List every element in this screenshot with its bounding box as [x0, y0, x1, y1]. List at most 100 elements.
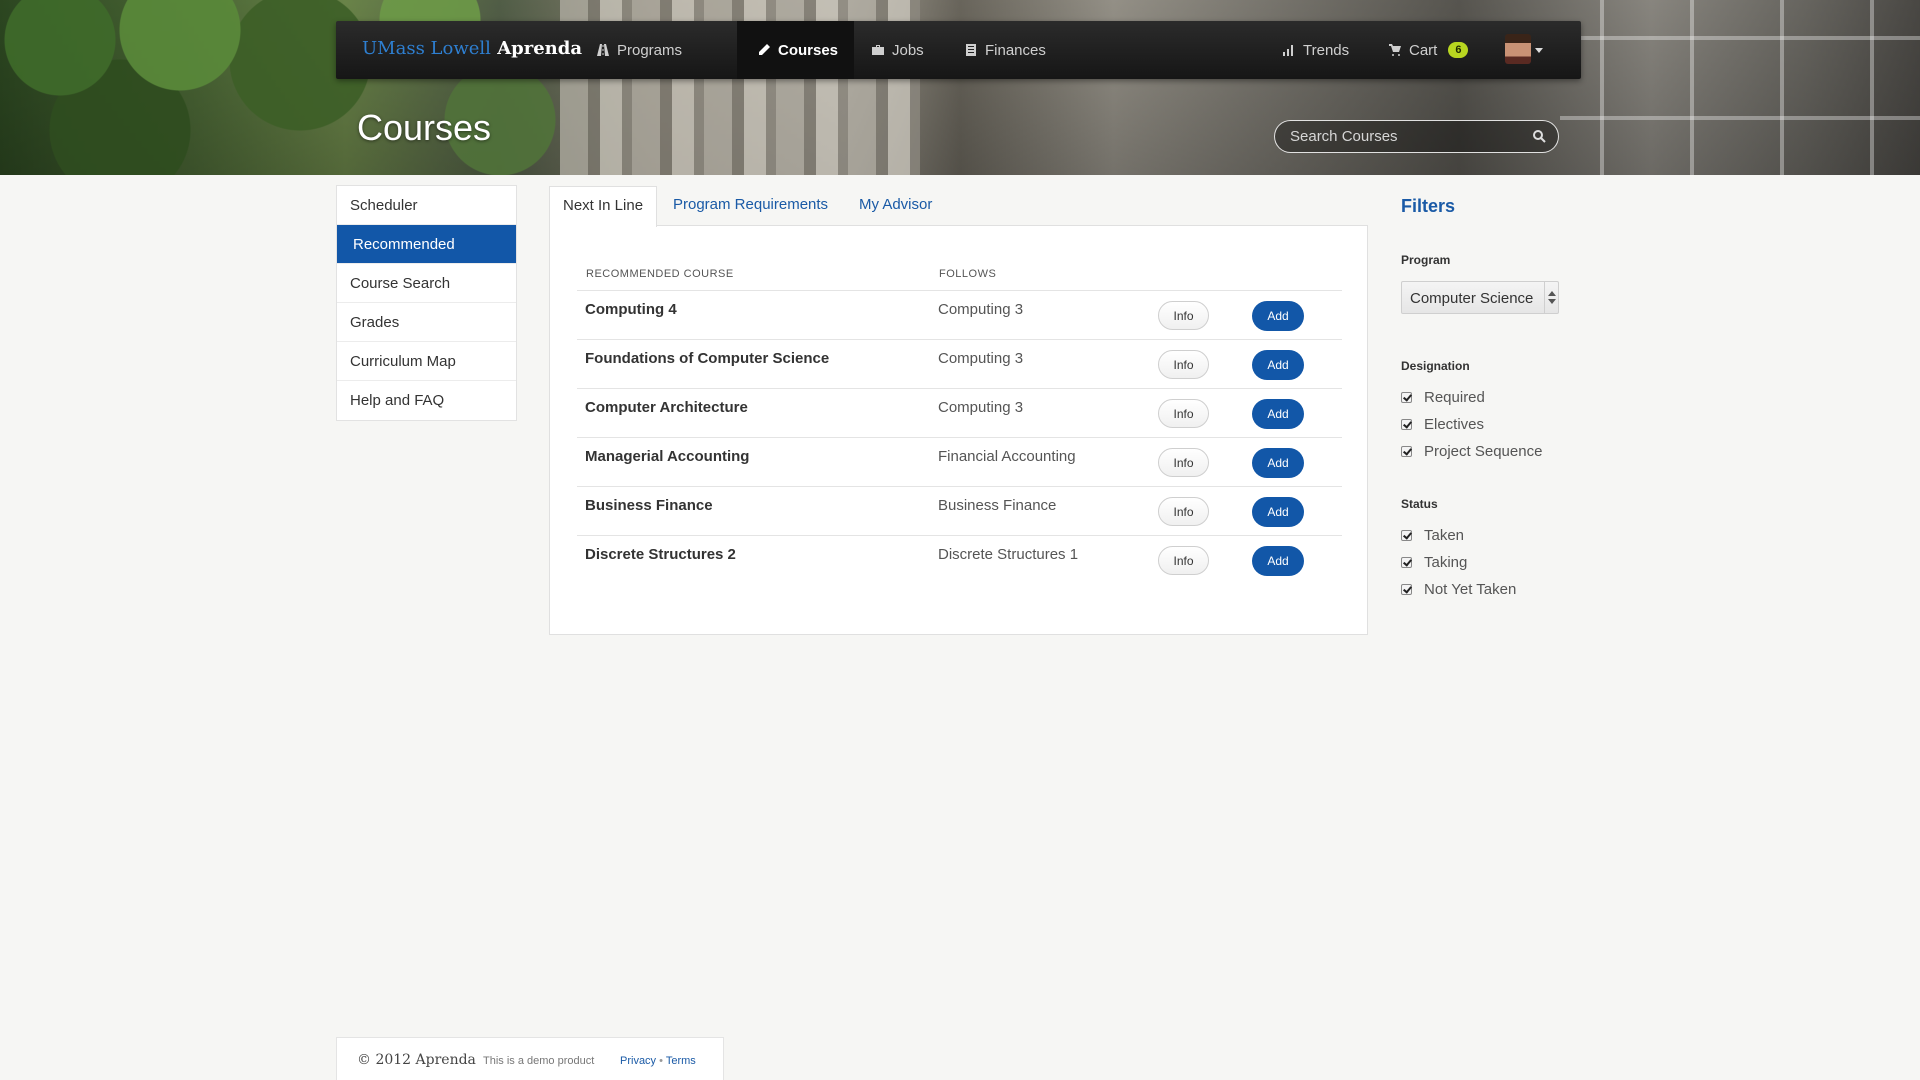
course-name: Discrete Structures 2 — [585, 546, 736, 563]
sidebar-item-curriculum-map[interactable]: Curriculum Map — [337, 342, 516, 381]
brand-logo[interactable]: UMass Lowell Aprenda — [362, 38, 582, 59]
checkbox-taken[interactable]: Taken — [1401, 527, 1464, 544]
program-select[interactable]: Computer Science — [1401, 281, 1559, 314]
search-input[interactable] — [1290, 121, 1520, 152]
nav-cart[interactable]: Cart 6 — [1388, 21, 1469, 79]
pencil-icon — [759, 44, 770, 55]
nav-finances[interactable]: Finances — [964, 21, 1046, 79]
checkbox-checked-icon[interactable] — [1401, 392, 1412, 403]
table-row: Discrete Structures 2 Discrete Structure… — [577, 535, 1342, 584]
nav-trends-label: Trends — [1303, 41, 1350, 59]
footer-demo-note: This is a demo product — [483, 1055, 595, 1067]
sidebar-item-help-and-faq[interactable]: Help and FAQ — [337, 381, 516, 420]
ledger-icon — [966, 44, 976, 56]
info-button[interactable]: Info — [1158, 448, 1209, 477]
search-icon[interactable] — [1532, 129, 1546, 143]
hero-building-windows — [1560, 0, 1920, 175]
course-follows: Computing 3 — [938, 301, 1024, 318]
checkbox-electives[interactable]: Electives — [1401, 416, 1484, 433]
checkbox-checked-icon[interactable] — [1401, 584, 1412, 595]
program-select-value: Computer Science — [1410, 290, 1534, 307]
road-icon — [597, 44, 609, 56]
checkbox-required[interactable]: Required — [1401, 389, 1485, 406]
info-button[interactable]: Info — [1158, 399, 1209, 428]
footer-copyright: © 2012 Aprenda — [357, 1052, 476, 1068]
info-button[interactable]: Info — [1158, 350, 1209, 379]
checkbox-taking[interactable]: Taking — [1401, 554, 1467, 571]
checkbox-checked-icon[interactable] — [1401, 419, 1412, 430]
checkbox-checked-icon[interactable] — [1401, 446, 1412, 457]
footer-links: Privacy • Terms — [620, 1055, 696, 1067]
nav-programs[interactable]: Programs — [596, 21, 682, 79]
add-button[interactable]: Add — [1252, 301, 1304, 331]
sidebar-item-grades[interactable]: Grades — [337, 303, 516, 342]
table-row: Computing 4 Computing 3 Info Add — [577, 290, 1342, 339]
add-button[interactable]: Add — [1252, 399, 1304, 429]
privacy-link[interactable]: Privacy — [620, 1055, 656, 1067]
course-follows: Financial Accounting — [938, 448, 1076, 465]
course-follows: Computing 3 — [938, 399, 1024, 416]
checkbox-label: Required — [1424, 389, 1485, 406]
checkbox-project-sequence[interactable]: Project Sequence — [1401, 443, 1542, 460]
tab-my-advisor[interactable]: My Advisor — [859, 186, 932, 226]
nav-cart-label: Cart — [1409, 41, 1438, 59]
nav-jobs-label: Jobs — [892, 41, 924, 59]
nav-finances-label: Finances — [985, 41, 1046, 59]
avatar[interactable] — [1505, 34, 1531, 64]
checkbox-label: Taken — [1424, 527, 1465, 544]
bar-chart-icon — [1283, 45, 1293, 56]
table-row: Foundations of Computer Science Computin… — [577, 339, 1342, 388]
course-name: Computer Architecture — [585, 399, 748, 416]
footer: © 2012 Aprenda This is a demo product Pr… — [336, 1037, 724, 1080]
add-button[interactable]: Add — [1252, 546, 1304, 576]
course-follows: Discrete Structures 1 — [938, 546, 1079, 563]
course-name: Foundations of Computer Science — [585, 350, 830, 367]
course-name: Managerial Accounting — [585, 448, 750, 465]
footer-separator: • — [659, 1055, 663, 1067]
designation-filter-label: Designation — [1401, 359, 1470, 373]
course-follows: Business Finance — [938, 497, 1057, 514]
terms-link[interactable]: Terms — [666, 1055, 696, 1067]
checkbox-label: Not Yet Taken — [1424, 581, 1517, 598]
checkbox-checked-icon[interactable] — [1401, 557, 1412, 568]
cart-icon — [1389, 44, 1401, 56]
filters-title: Filters — [1401, 196, 1456, 216]
top-navbar: UMass Lowell Aprenda Programs Courses Jo… — [336, 21, 1581, 79]
info-button[interactable]: Info — [1158, 301, 1209, 330]
column-header-course: RECOMMENDED COURSE — [586, 268, 734, 280]
checkbox-not-yet-taken[interactable]: Not Yet Taken — [1401, 581, 1516, 598]
checkbox-label: Taking — [1424, 554, 1468, 571]
add-button[interactable]: Add — [1252, 448, 1304, 478]
table-row: Managerial Accounting Financial Accounti… — [577, 437, 1342, 486]
checkbox-label: Electives — [1424, 416, 1485, 433]
course-follows: Computing 3 — [938, 350, 1024, 367]
nav-trends[interactable]: Trends — [1282, 21, 1349, 79]
tab-program-requirements[interactable]: Program Requirements — [673, 186, 828, 226]
nav-courses[interactable]: Courses — [737, 21, 855, 79]
program-filter-label: Program — [1401, 253, 1451, 267]
nav-jobs[interactable]: Jobs — [871, 21, 924, 79]
briefcase-icon — [872, 45, 884, 55]
checkbox-checked-icon[interactable] — [1401, 530, 1412, 541]
sidebar-item-scheduler[interactable]: Scheduler — [337, 186, 516, 225]
brand-school: UMass Lowell — [362, 38, 491, 59]
column-header-follows: FOLLOWS — [939, 268, 997, 280]
info-button[interactable]: Info — [1158, 497, 1209, 526]
info-button[interactable]: Info — [1158, 546, 1209, 575]
nav-programs-label: Programs — [617, 41, 683, 59]
course-name: Business Finance — [585, 497, 713, 514]
course-name: Computing 4 — [585, 301, 677, 318]
sidebar-item-recommended[interactable]: Recommended — [337, 225, 516, 264]
checkbox-label: Project Sequence — [1424, 443, 1543, 460]
select-arrows-icon — [1544, 282, 1558, 313]
status-filter-label: Status — [1401, 497, 1438, 511]
sidebar-item-course-search[interactable]: Course Search — [337, 264, 516, 303]
page-title: Courses — [357, 107, 492, 148]
add-button[interactable]: Add — [1252, 350, 1304, 380]
sidebar-nav: Scheduler Recommended Course Search Grad… — [336, 185, 517, 421]
tab-next-in-line[interactable]: Next In Line — [549, 186, 658, 227]
search-box — [1274, 120, 1559, 153]
recommended-courses-panel: RECOMMENDED COURSE FOLLOWS Computing 4 C… — [549, 225, 1368, 635]
user-menu-chevron-down-icon[interactable] — [1535, 48, 1543, 53]
add-button[interactable]: Add — [1252, 497, 1304, 527]
